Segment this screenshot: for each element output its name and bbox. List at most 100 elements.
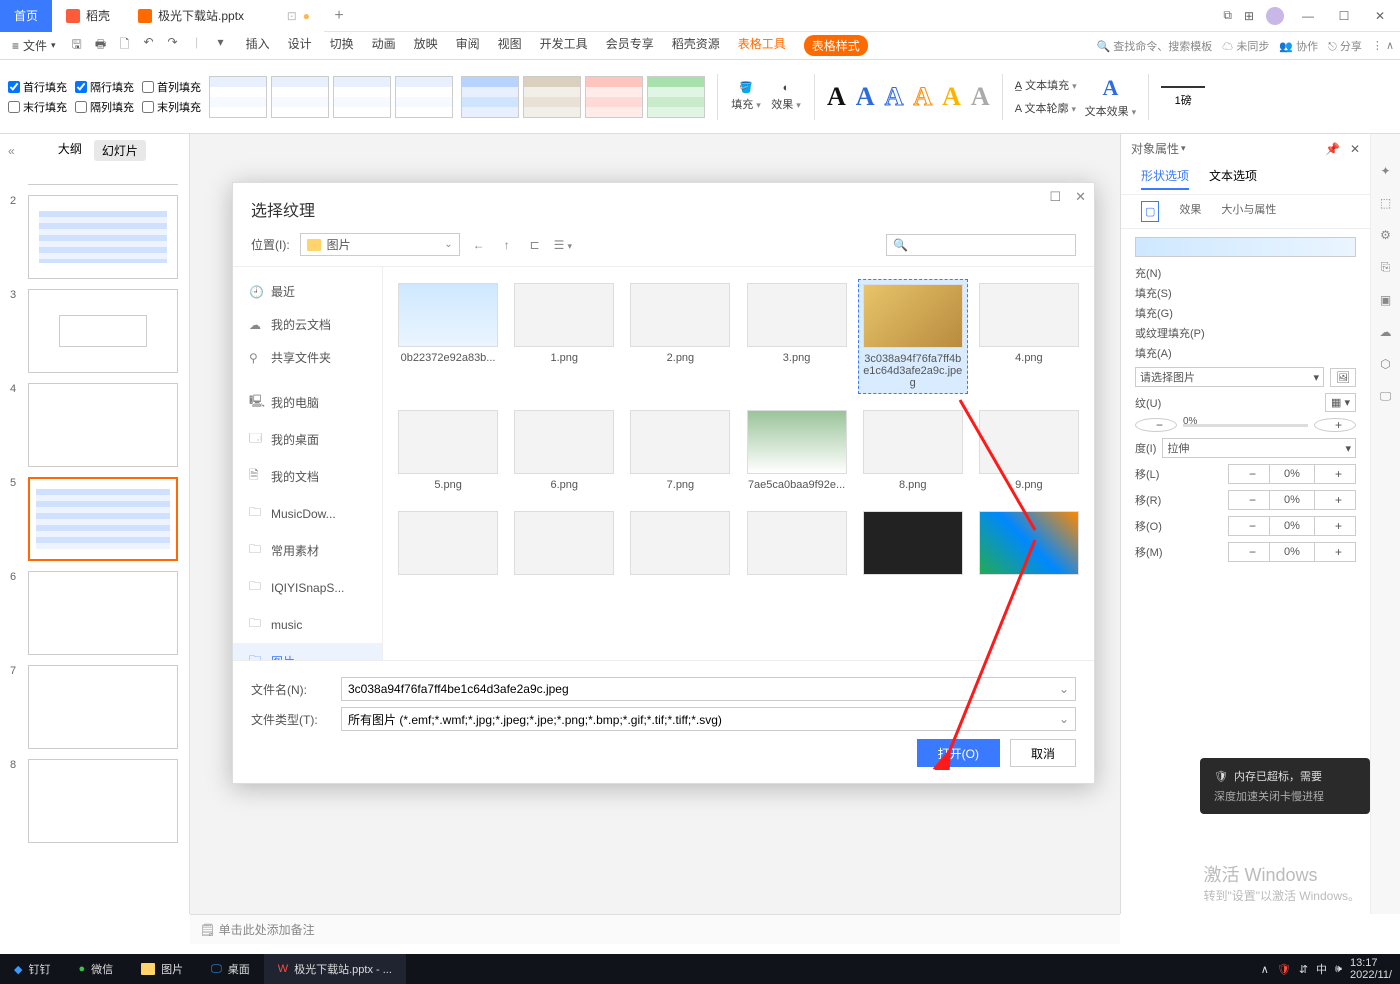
clipboard-icon[interactable]: ⎘ — [1381, 260, 1391, 275]
sidebar-recent[interactable]: 🕘最近 — [233, 275, 382, 308]
dec-button[interactable]: − — [1228, 516, 1270, 536]
cloud-icon[interactable]: ☁ — [1380, 325, 1392, 339]
file-item[interactable]: 2.png — [625, 279, 735, 394]
check-first-row[interactable]: 首行填充 — [8, 79, 67, 95]
inc-button[interactable]: + — [1314, 516, 1356, 536]
slide-thumb-8[interactable] — [28, 759, 178, 843]
wordart-A[interactable]: A — [885, 82, 904, 112]
wordart-A[interactable]: A — [827, 82, 846, 112]
sidebar-computer[interactable]: 🖳我的电脑 — [233, 384, 382, 421]
menu-file[interactable]: ≡ 文件 ▾ — [6, 37, 62, 54]
file-item[interactable] — [741, 507, 851, 579]
unsync-button[interactable]: ☁ 未同步 — [1222, 38, 1269, 54]
notification-toast[interactable]: 🛡内存已超标，需要 深度加速关闭卡慢进程 — [1200, 758, 1370, 814]
style-preview[interactable] — [271, 76, 329, 118]
new-folder-button[interactable]: ⊏ — [526, 238, 544, 252]
check-alt-row[interactable]: 隔行填充 — [75, 79, 134, 95]
style-preview[interactable] — [395, 76, 453, 118]
slide-thumb-6[interactable] — [28, 571, 178, 655]
menu-insert[interactable]: 插入 — [246, 35, 270, 56]
sidebar-docs[interactable]: 🗎我的文档 — [233, 458, 382, 495]
tab-add-button[interactable]: + — [324, 7, 354, 25]
start-icon[interactable]: ▾ — [212, 35, 230, 56]
preview-icon[interactable]: 🗋 — [116, 35, 134, 56]
tab-doke[interactable]: 稻壳 — [52, 0, 124, 32]
offset-m-value[interactable]: 0% — [1270, 542, 1314, 562]
rp-sub-fill[interactable]: ▢ — [1141, 201, 1159, 222]
inc-button[interactable]: + — [1314, 464, 1356, 484]
clock[interactable]: 13:172022/11/ — [1350, 957, 1392, 981]
task-pictures[interactable]: 图片 — [127, 954, 197, 984]
task-dingtalk[interactable]: ◆钉钉 — [0, 954, 64, 984]
menu-member[interactable]: 会员专享 — [606, 35, 654, 56]
file-item[interactable] — [858, 507, 968, 579]
close-panel-icon[interactable]: ✕ — [1350, 142, 1360, 156]
fill-preview[interactable] — [1135, 237, 1356, 257]
wordart-styles[interactable]: A A A A A A — [827, 82, 990, 112]
screen-icon[interactable]: 🖵 — [1380, 389, 1392, 404]
tab-outline[interactable]: 大纲 — [58, 140, 82, 161]
stroke-width[interactable]: 1磅 — [1175, 92, 1192, 108]
style-preview[interactable] — [523, 76, 581, 118]
sidebar-shared[interactable]: ⚲共享文件夹 — [233, 341, 382, 374]
up-button[interactable]: ↑ — [498, 238, 516, 252]
dec-button[interactable]: − — [1228, 490, 1270, 510]
slide-thumb-4[interactable] — [28, 383, 178, 467]
dialog-close[interactable]: ✕ — [1075, 189, 1086, 205]
file-item-selected[interactable]: 3c038a94f76fa7ff4be1c64d3afe2a9c.jpeg — [858, 279, 968, 394]
text-fill-button[interactable]: A̲ 文本填充 — [1015, 77, 1077, 93]
view-button[interactable]: ☰ — [554, 238, 572, 252]
file-item[interactable]: 5.png — [393, 406, 503, 495]
file-item[interactable] — [625, 507, 735, 579]
thumbnails[interactable]: 2 3 4 5 6 7 8 — [0, 167, 189, 859]
sidebar-desktop[interactable]: 🗔我的桌面 — [233, 421, 382, 458]
share-button[interactable]: ⎋ 分享 — [1328, 38, 1362, 54]
slide-thumb-3[interactable] — [28, 289, 178, 373]
menu-slideshow[interactable]: 放映 — [414, 35, 438, 56]
location-dropdown[interactable]: 图片 ⌄ — [300, 233, 460, 256]
menu-doke-res[interactable]: 稻壳资源 — [672, 35, 720, 56]
select-icon[interactable]: ⬚ — [1380, 196, 1391, 210]
style-preview[interactable] — [209, 76, 267, 118]
file-item[interactable]: 9.png — [974, 406, 1084, 495]
star-icon[interactable]: ✦ — [1380, 164, 1390, 178]
menubar-more[interactable]: ⋮ ∧ — [1372, 39, 1394, 52]
rp-tab-text[interactable]: 文本选项 — [1209, 167, 1257, 190]
notes-bar[interactable]: 🗒 单击此处添加备注 — [190, 914, 1120, 944]
layout-icon[interactable]: ⧉ — [1223, 8, 1232, 23]
pin-icon[interactable]: 📌 — [1325, 142, 1340, 156]
slide-thumb-2[interactable] — [28, 195, 178, 279]
menu-design[interactable]: 设计 — [288, 35, 312, 56]
tab-slides[interactable]: 幻灯片 — [94, 140, 146, 161]
rp-tab-shape[interactable]: 形状选项 — [1141, 167, 1189, 190]
inc-button[interactable]: + — [1314, 542, 1356, 562]
file-item[interactable]: 1.png — [509, 279, 619, 394]
line-preview[interactable] — [1161, 86, 1205, 88]
text-outline-button[interactable]: A 文本轮廓 — [1015, 100, 1077, 116]
rp-sub-effect[interactable]: 效果 — [1179, 201, 1201, 222]
file-item[interactable]: 7.png — [625, 406, 735, 495]
check-last-row[interactable]: 末行填充 — [8, 99, 67, 115]
check-last-col[interactable]: 末列填充 — [142, 99, 201, 115]
menu-transition[interactable]: 切换 — [330, 35, 354, 56]
effect-button[interactable]: ◐效果 — [770, 82, 802, 112]
sidebar-iqiyi[interactable]: 🗀IQIYISnapS... — [233, 569, 382, 606]
print-icon[interactable]: 🖶 — [92, 35, 110, 56]
offset-l-value[interactable]: 0% — [1270, 464, 1314, 484]
offset-r-value[interactable]: 0% — [1270, 490, 1314, 510]
file-item[interactable]: 3.png — [741, 279, 851, 394]
wordart-A[interactable]: A — [942, 82, 961, 112]
apps-icon[interactable]: ⊞ — [1244, 9, 1254, 23]
close-button[interactable]: ✕ — [1368, 9, 1392, 23]
sidebar-music[interactable]: 🗀music — [233, 606, 382, 643]
slide-thumb-1[interactable] — [28, 173, 178, 185]
ime-indicator[interactable]: 中 — [1316, 961, 1327, 977]
tile-mode-select[interactable]: 拉伸▾ — [1162, 438, 1356, 458]
tab-file[interactable]: 极光下载站.pptx ⊡ ● — [124, 0, 324, 32]
file-item[interactable]: 8.png — [858, 406, 968, 495]
menu-view[interactable]: 视图 — [498, 35, 522, 56]
picture-select[interactable]: 请选择图片▾ — [1135, 367, 1324, 387]
sidebar-pictures[interactable]: 🗀图片 — [233, 643, 382, 660]
tab-menu-icon[interactable]: ⊡ — [287, 9, 297, 23]
rp-sub-size[interactable]: 大小与属性 — [1221, 201, 1276, 222]
